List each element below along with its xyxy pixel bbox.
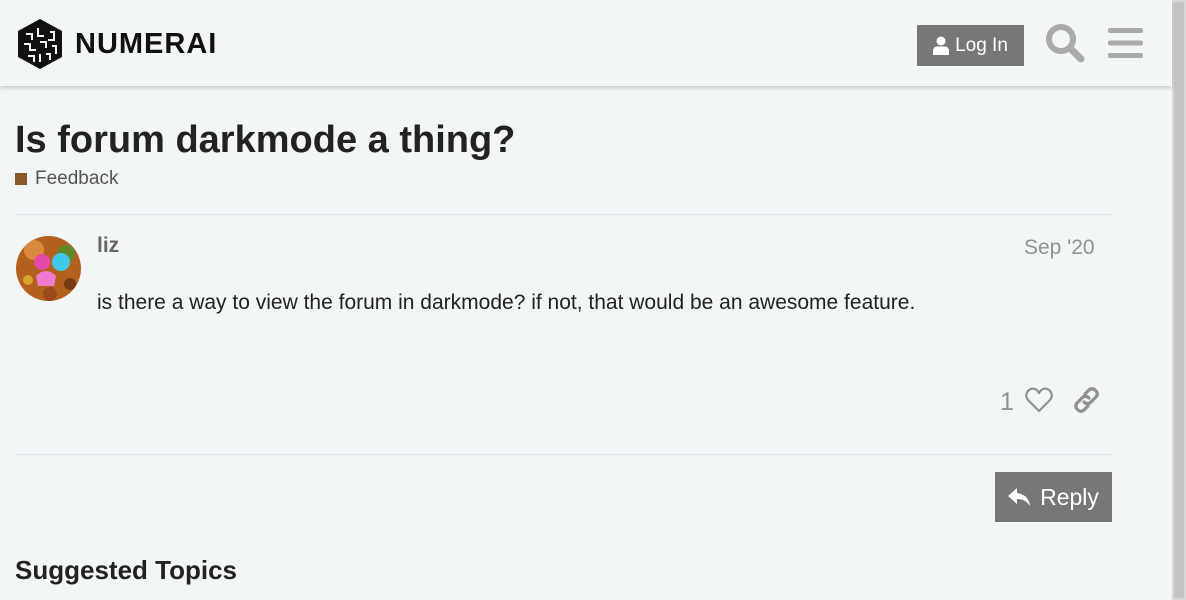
page-scrollbar[interactable]	[1172, 0, 1186, 600]
site-header: NUMERAI Log In	[0, 0, 1172, 86]
reply-button[interactable]: Reply	[995, 472, 1112, 522]
reply-label: Reply	[1040, 483, 1099, 510]
avatar[interactable]	[16, 236, 81, 301]
category-label: Feedback	[35, 168, 119, 189]
login-button[interactable]: Log In	[917, 25, 1024, 66]
category-badge[interactable]: Feedback	[15, 168, 118, 190]
post-bottom-divider	[15, 454, 1112, 455]
topic-title[interactable]: Is forum darkmode a thing?	[15, 119, 515, 162]
scrollbar-thumb[interactable]	[1174, 2, 1184, 598]
post-body: is there a way to view the forum in dark…	[97, 291, 916, 314]
reply-icon	[1008, 488, 1031, 506]
like-count: 1	[1000, 388, 1014, 416]
numerai-logo-icon	[18, 19, 62, 69]
site-logo[interactable]: NUMERAI	[16, 18, 217, 70]
post-username[interactable]: liz	[97, 234, 119, 258]
user-icon	[933, 36, 950, 55]
login-label: Log In	[955, 34, 1008, 56]
post-date[interactable]: Sep '20	[1024, 236, 1095, 260]
search-icon[interactable]	[1045, 23, 1085, 63]
heart-icon[interactable]	[1025, 387, 1053, 413]
post-top-divider	[15, 214, 1112, 215]
suggested-topics-heading: Suggested Topics	[15, 555, 237, 585]
link-icon[interactable]	[1073, 386, 1100, 414]
hamburger-menu-icon[interactable]	[1108, 27, 1143, 59]
logo-text: NUMERAI	[75, 27, 218, 60]
category-color-swatch	[15, 173, 27, 185]
